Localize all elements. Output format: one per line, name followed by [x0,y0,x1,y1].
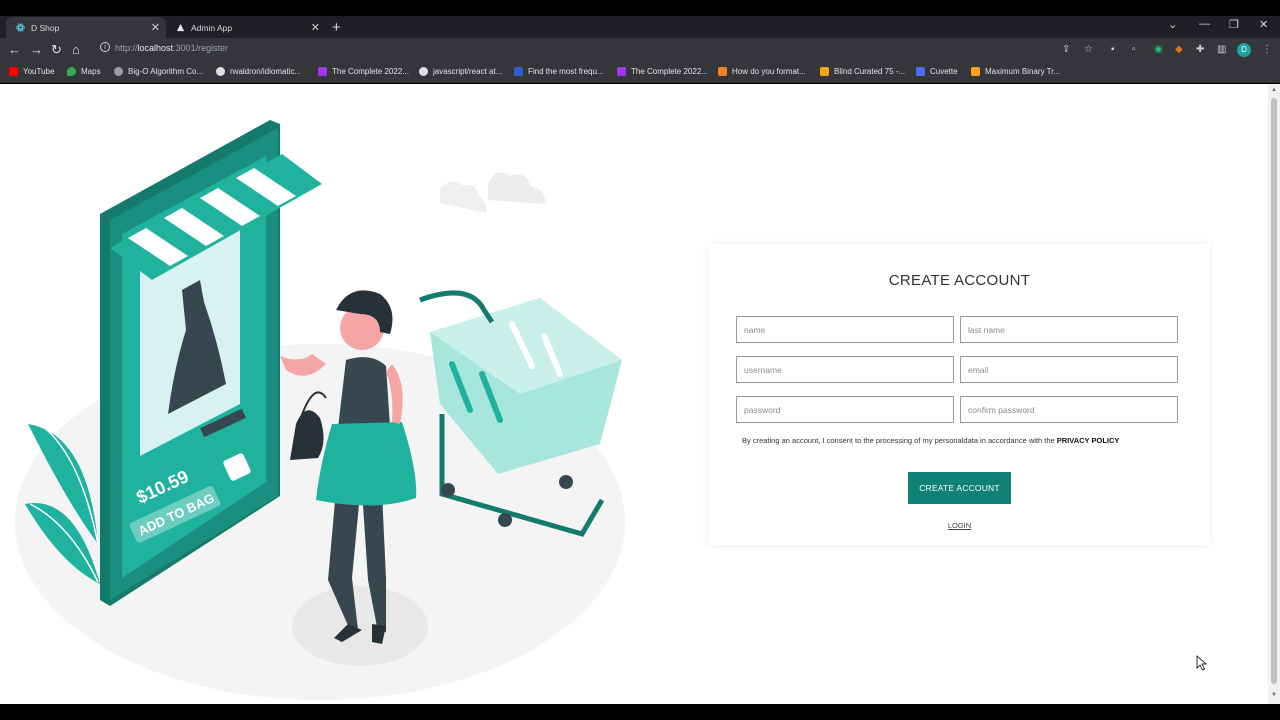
bookmark-label: Cuvette [930,67,958,76]
bookmark-item[interactable]: Big-O Algorithm Co... [114,67,203,76]
github-icon [419,67,428,76]
udemy-icon [318,67,327,76]
home-icon[interactable]: ⌂ [72,42,80,57]
menu-kebab-icon[interactable]: ⋮ [1262,44,1272,55]
mouse-cursor-icon [1196,655,1208,671]
browser-toolbar: ← → ↻ ⌂ i http://localhost:3001/register… [0,38,1280,62]
cloud-shape [440,181,487,213]
privacy-policy-link[interactable]: PRIVACY POLICY [1057,436,1120,445]
page-title: CREATE ACCOUNT [888,272,1031,289]
page-scrollbar[interactable]: ▲ ▼ [1268,84,1280,704]
github-icon [216,67,225,76]
bookmark-label: YouTube [23,67,55,76]
bookmark-label: javascript/react at... [433,67,503,76]
bookmark-label: How do you format... [732,67,806,76]
bookmark-label: The Complete 2022... [332,67,409,76]
maps-icon [67,67,76,76]
tab-d-shop[interactable]: D Shop ✕ [6,17,166,38]
new-tab-icon[interactable]: + [332,19,341,36]
metamask-icon[interactable]: ◆ [1175,44,1183,55]
extension-icon[interactable]: ▪ [1111,44,1115,55]
minimize-icon[interactable]: — [1199,18,1210,30]
stackoverflow-icon [718,67,727,76]
tab-search-icon[interactable]: ⌄ [1168,18,1177,31]
top-black-bar [0,0,1280,16]
bookmark-item[interactable]: How do you format... [718,67,806,76]
bookmark-item[interactable]: javascript/react at... [419,67,502,76]
gfg-icon [514,67,523,76]
bookmark-label: The Complete 2022... [631,67,708,76]
shopping-illustration: $10.59 ADD TO BAG [15,120,625,700]
bottom-black-bar [0,704,1280,720]
globe-icon [114,67,123,76]
register-page: $10.59 ADD TO BAG CREATE ACCOUNT name la… [0,84,1268,704]
extension-icon[interactable]: ◉ [1154,44,1163,55]
url-path: :3001/register [173,43,229,53]
email-input[interactable] [960,356,1178,383]
last-name-input[interactable] [960,316,1178,343]
consent-body: By creating an account, I consent to the… [742,436,1057,445]
bookmark-item[interactable]: Maps [67,67,101,76]
triangle-favicon-icon [176,23,185,32]
bookmark-label: Maximum Binary Tr... [985,67,1061,76]
forward-icon[interactable]: → [30,42,43,57]
bookmark-item[interactable]: Find the most frequ... [514,67,604,76]
password-input[interactable] [736,396,954,423]
bookmark-label: Maps [81,67,101,76]
reload-icon[interactable]: ↻ [51,42,62,58]
bookmark-item[interactable]: Cuvette [916,67,958,76]
close-tab-icon[interactable]: ✕ [151,21,160,34]
bookmark-star-icon[interactable]: ☆ [1084,44,1093,55]
side-panel-icon[interactable]: ▥ [1217,44,1226,55]
leetcode-icon [971,67,980,76]
consent-text: By creating an account, I consent to the… [742,436,1119,445]
bookmark-item[interactable]: Blind Curated 75 -... [820,67,905,76]
tab-title: Admin App [191,22,233,33]
profile-avatar[interactable]: D [1237,43,1251,57]
bookmark-label: rwaldron/idiomatic... [230,67,302,76]
login-link[interactable]: LOGIN [709,521,1210,530]
leetcode-icon [820,67,829,76]
bookmark-item[interactable]: The Complete 2022... [318,67,409,76]
url-text[interactable]: http://localhost:3001/register [115,43,228,53]
scroll-down-icon[interactable]: ▼ [1271,692,1277,698]
bookmark-label: Blind Curated 75 -... [834,67,906,76]
back-icon[interactable]: ← [8,42,21,57]
cuvette-icon [916,67,925,76]
confirm-password-input[interactable] [960,396,1178,423]
first-name-input[interactable] [736,316,954,343]
cloud-shape [488,172,546,204]
window-close-icon[interactable]: ✕ [1259,18,1268,31]
bookmark-label: Big-O Algorithm Co... [128,67,204,76]
close-tab-icon[interactable]: ✕ [311,21,320,34]
bookmark-item[interactable]: The Complete 2022... [617,67,708,76]
udemy-icon [617,67,626,76]
share-icon[interactable]: ⇪ [1062,44,1070,55]
bookmark-item[interactable]: Maximum Binary Tr... [971,67,1060,76]
bookmarks-bar: YouTube Maps Big-O Algorithm Co... rwald… [0,62,1280,83]
scrollbar-thumb[interactable] [1271,98,1277,684]
scroll-up-icon[interactable]: ▲ [1271,87,1277,93]
bookmark-label: Find the most frequ... [528,67,604,76]
bookmark-item[interactable]: rwaldron/idiomatic... [216,67,301,76]
create-account-button[interactable]: CREATE ACCOUNT [908,472,1011,504]
extensions-puzzle-icon[interactable]: ✚ [1196,44,1204,55]
youtube-icon [9,67,18,76]
extension-icon[interactable]: ▫ [1132,44,1136,55]
url-host: localhost [137,43,174,53]
site-info-icon[interactable]: i [100,42,110,52]
browser-tab-strip: D Shop ✕ Admin App ✕ + ⌄ — ❐ ✕ [0,0,1280,38]
tab-admin-app[interactable]: Admin App ✕ [166,17,326,38]
tab-title: D Shop [31,22,60,33]
react-favicon-icon [16,23,25,32]
address-bar[interactable]: i http://localhost:3001/register [94,40,1280,60]
url-prefix: http:// [115,43,138,53]
restore-icon[interactable]: ❐ [1229,18,1239,31]
bookmark-item[interactable]: YouTube [9,67,54,76]
username-input[interactable] [736,356,954,383]
register-card: CREATE ACCOUNT By creating an account, I… [709,244,1210,545]
